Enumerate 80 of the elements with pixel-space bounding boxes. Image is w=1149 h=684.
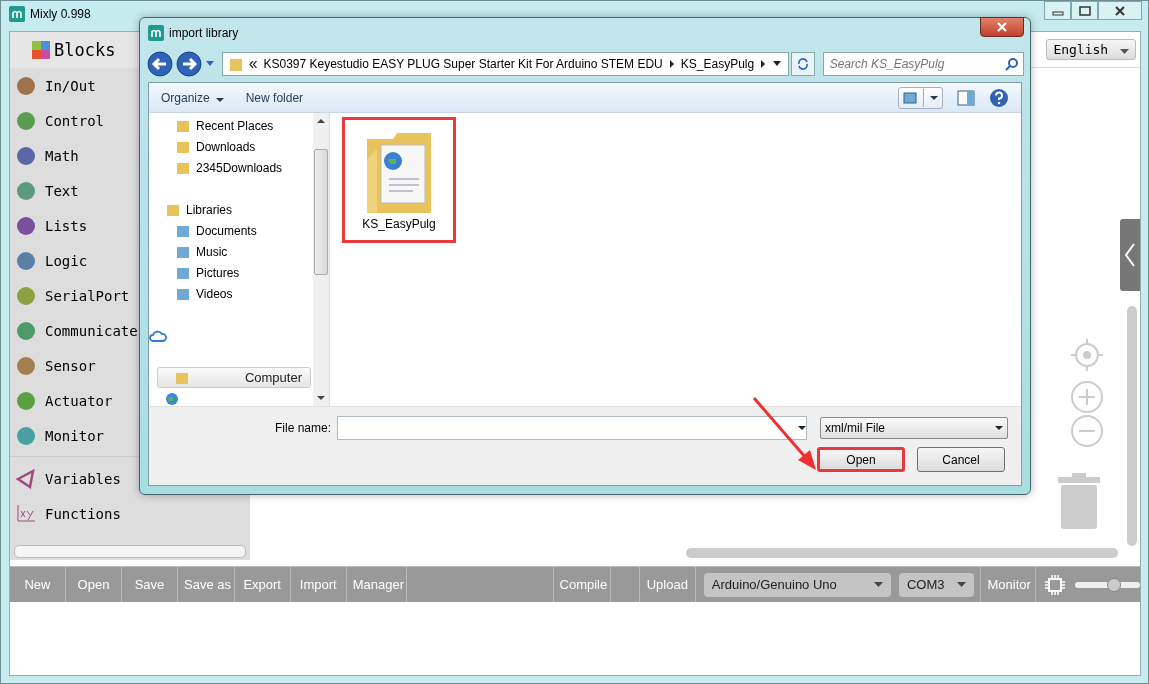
file-name-label: File name:: [273, 421, 331, 435]
preview-pane-icon[interactable]: [957, 89, 975, 106]
path-segment[interactable]: KS0397 Keyestudio EASY PLUG Super Starter Kit For Arduino STEM EDU: [263, 57, 663, 71]
language-select[interactable]: English: [1046, 39, 1136, 60]
history-caret-icon[interactable]: [204, 60, 215, 68]
address-bar[interactable]: KS0397 Keyestudio EASY PLUG Super Starter Kit For Arduino STEM EDU KS_EasyPulg: [222, 52, 790, 76]
category-icon: [15, 109, 37, 132]
board-select[interactable]: Arduino/Genuino Uno: [703, 572, 891, 597]
category-icon: [15, 179, 37, 202]
cancel-button[interactable]: Cancel: [917, 447, 1005, 472]
category-icon: [15, 389, 37, 412]
nav-item[interactable]: Downloads: [149, 136, 311, 157]
maximize-icon: [1078, 5, 1091, 16]
image-icon: [903, 91, 917, 104]
category-icon: [15, 144, 37, 167]
minimize-button[interactable]: [1044, 1, 1071, 20]
nav-item[interactable]: Recent Places: [149, 115, 311, 136]
caret-icon[interactable]: [772, 61, 783, 67]
chevron-left-icon: [1124, 242, 1136, 268]
folder-item[interactable]: KS_EasyPulg: [342, 117, 456, 243]
category-icon: [15, 74, 37, 97]
chevron-icon[interactable]: [760, 60, 767, 68]
blocks-heading: Blocks: [54, 40, 116, 60]
file-name-field[interactable]: [337, 416, 807, 440]
port-select[interactable]: COM3: [898, 572, 975, 597]
chevron-icon[interactable]: [668, 60, 675, 68]
nav-item[interactable]: Documents: [149, 220, 311, 241]
open-button[interactable]: Open: [817, 447, 905, 472]
app-logo-icon: [9, 6, 25, 22]
category-icon: [15, 214, 37, 237]
folder-icon: [229, 56, 244, 72]
close-button[interactable]: [980, 17, 1024, 37]
nav-item[interactable]: 2345Downloads: [149, 157, 311, 178]
category-icon: [15, 424, 37, 447]
caret-icon: [957, 582, 967, 587]
category-item[interactable]: Functions: [10, 496, 250, 531]
collapse-tab[interactable]: [1120, 219, 1140, 291]
back-button[interactable]: [146, 50, 174, 78]
caret-icon: [1120, 49, 1129, 54]
search-box[interactable]: Search KS_EasyPulg: [822, 52, 1024, 76]
help-icon[interactable]: [989, 87, 1009, 108]
function-icon: [15, 502, 37, 525]
nav-item[interactable]: Computer: [157, 367, 311, 388]
command-button[interactable]: New folder: [241, 90, 308, 105]
double-chevron-icon[interactable]: [249, 60, 258, 68]
nav-item[interactable]: Pictures: [149, 262, 311, 283]
window-title: Mixly 0.998: [30, 6, 91, 22]
category-item[interactable]: Variables: [10, 461, 250, 496]
caret-icon: [995, 426, 1003, 430]
path-segment[interactable]: KS_EasyPulg: [680, 57, 755, 71]
refresh-icon: [795, 57, 810, 71]
chip-icon[interactable]: [1044, 573, 1065, 596]
category-icon: [15, 319, 37, 342]
category-icon: [15, 354, 37, 377]
globe-icon[interactable]: [165, 391, 179, 406]
search-icon: [1005, 57, 1019, 71]
caret-icon[interactable]: [798, 426, 806, 430]
caret-icon: [930, 95, 938, 100]
app-logo-icon: [148, 25, 164, 41]
puzzle-icon: [30, 39, 52, 61]
dialog-title: import library: [169, 26, 239, 40]
triangle-icon: [15, 467, 37, 490]
close-icon: [996, 22, 1008, 32]
refresh-button[interactable]: [791, 52, 815, 76]
forward-button[interactable]: [175, 50, 203, 78]
nav-item[interactable]: Videos: [149, 283, 311, 304]
command-button[interactable]: Organize: [157, 90, 228, 105]
view-button[interactable]: [898, 86, 943, 109]
category-icon: [15, 249, 37, 272]
close-button[interactable]: [1098, 1, 1142, 20]
category-icon: [15, 284, 37, 307]
close-icon: [1114, 5, 1126, 16]
nav-item[interactable]: Music: [149, 241, 311, 262]
nav-item[interactable]: Libraries: [149, 199, 311, 220]
cloud-icon[interactable]: [149, 328, 167, 343]
caret-icon: [873, 582, 883, 587]
category-item[interactable]: Communicate: [10, 313, 250, 348]
category-item[interactable]: Monitor: [10, 418, 250, 453]
maximize-button[interactable]: [1071, 1, 1098, 20]
file-type-select[interactable]: xml/mil File: [820, 417, 1008, 439]
